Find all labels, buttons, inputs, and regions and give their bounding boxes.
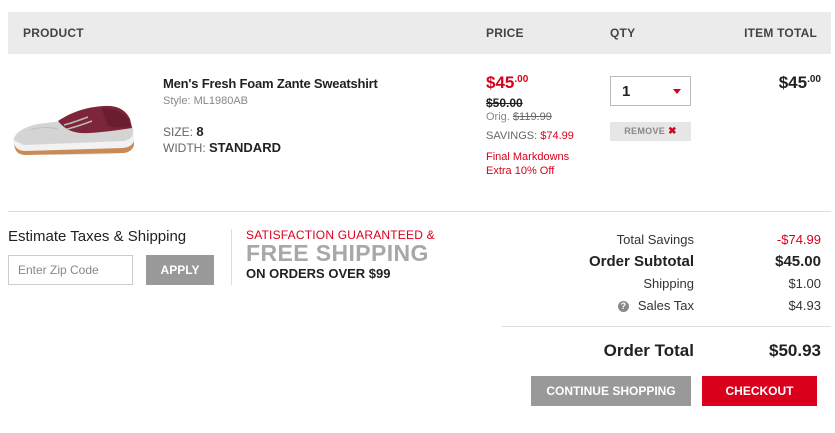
savings-label: SAVINGS: xyxy=(486,130,538,142)
section-divider xyxy=(8,211,831,212)
width-label: WIDTH: xyxy=(163,141,206,155)
total-savings-label: Total Savings xyxy=(616,232,694,247)
sales-tax-row: ? Sales Tax xyxy=(617,298,694,313)
markdown-line-1: Final Markdowns xyxy=(486,151,570,163)
price-cents: .00 xyxy=(514,74,529,85)
width-value: STANDARD xyxy=(209,140,281,155)
summary-divider xyxy=(502,326,831,327)
header-price: PRICE xyxy=(486,26,524,40)
cart-table-header: PRODUCT PRICE QTY ITEM TOTAL xyxy=(8,12,831,54)
orig-label: Orig. xyxy=(486,111,510,123)
shipping-value: $1.00 xyxy=(788,276,821,291)
zip-code-input[interactable] xyxy=(8,255,133,285)
estimate-title: Estimate Taxes & Shipping xyxy=(8,228,187,245)
apply-button[interactable]: APPLY xyxy=(146,255,214,285)
order-total-value: $50.93 xyxy=(769,341,821,360)
order-total-label: Order Total xyxy=(603,341,694,360)
promo-divider xyxy=(231,229,232,285)
checkout-button[interactable]: CHECKOUT xyxy=(702,376,817,406)
product-name[interactable]: Men's Fresh Foam Zante Sweatshirt xyxy=(163,76,378,91)
previous-price: $50.00 xyxy=(486,96,523,110)
item-total: $45.00 xyxy=(779,73,821,93)
product-size: SIZE: 8 xyxy=(163,124,204,139)
savings-value: $74.99 xyxy=(540,130,574,142)
header-product: PRODUCT xyxy=(23,26,84,40)
original-price: Orig. $119.99 xyxy=(486,111,552,123)
header-item-total: ITEM TOTAL xyxy=(744,26,817,40)
subtotal-value: $45.00 xyxy=(775,253,821,270)
chevron-down-icon xyxy=(673,89,681,94)
promo-threshold: ON ORDERS OVER $99 xyxy=(246,266,391,281)
total-dollars: $45 xyxy=(778,73,808,92)
product-style: Style: ML1980AB xyxy=(163,95,248,107)
remove-label: REMOVE xyxy=(624,126,666,136)
quantity-value: 1 xyxy=(622,83,631,100)
current-price: $45.00 xyxy=(486,73,528,93)
item-savings: SAVINGS: $74.99 xyxy=(486,130,574,142)
quantity-select[interactable]: 1 xyxy=(610,76,691,106)
product-image[interactable] xyxy=(10,98,138,158)
orig-value: $119.99 xyxy=(512,111,552,123)
subtotal-label: Order Subtotal xyxy=(588,253,694,270)
sales-tax-label: Sales Tax xyxy=(637,298,694,313)
close-icon: ✖ xyxy=(668,126,677,137)
product-width: WIDTH: STANDARD xyxy=(163,140,281,155)
markdown-note: Final Markdowns Extra 10% Off xyxy=(486,150,569,178)
header-qty: QTY xyxy=(610,26,636,40)
size-label: SIZE: xyxy=(163,125,194,139)
continue-shopping-button[interactable]: CONTINUE SHOPPING xyxy=(531,376,691,406)
total-savings-value: -$74.99 xyxy=(776,232,821,247)
size-value: 8 xyxy=(196,124,204,139)
markdown-line-2: Extra 10% Off xyxy=(486,165,555,177)
price-dollars: $45 xyxy=(486,73,515,92)
total-cents: .00 xyxy=(807,74,821,85)
shipping-label: Shipping xyxy=(643,276,694,291)
sales-tax-value: $4.93 xyxy=(788,298,821,313)
remove-button[interactable]: REMOVE ✖ xyxy=(610,122,691,141)
question-icon[interactable]: ? xyxy=(617,301,629,312)
promo-free-shipping: FREE SHIPPING xyxy=(246,240,429,266)
